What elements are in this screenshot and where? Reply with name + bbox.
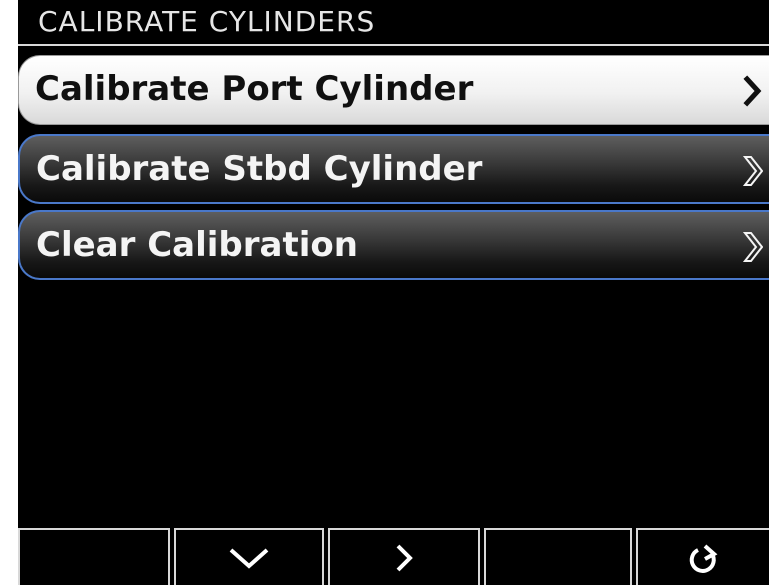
chevron-right-icon	[743, 75, 762, 107]
softkey-4[interactable]	[484, 528, 632, 585]
chevron-right-outline-icon	[743, 156, 763, 186]
menu-item-label: Calibrate Port Cylinder	[35, 69, 474, 109]
menu-item-label: Calibrate Stbd Cylinder	[36, 149, 483, 189]
softkey-bar	[18, 528, 769, 585]
menu-item-label: Clear Calibration	[36, 225, 358, 265]
softkey-1[interactable]	[18, 528, 170, 585]
back-arrow-icon	[689, 544, 717, 573]
softkey-right[interactable]	[328, 528, 480, 585]
menu-item-clear-calibration[interactable]: Clear Calibration	[18, 210, 769, 280]
page-title: CALIBRATE CYLINDERS	[38, 5, 376, 38]
chevron-down-icon	[229, 548, 269, 569]
softkey-down[interactable]	[174, 528, 324, 585]
softkey-back[interactable]	[636, 528, 769, 585]
menu-item-calibrate-stbd-cylinder[interactable]: Calibrate Stbd Cylinder	[18, 134, 769, 204]
menu-item-calibrate-port-cylinder[interactable]: Calibrate Port Cylinder	[18, 55, 769, 125]
chevron-right-icon	[396, 544, 413, 572]
title-bar: CALIBRATE CYLINDERS	[18, 0, 769, 46]
display-screen: CALIBRATE CYLINDERS Calibrate Port Cylin…	[18, 0, 769, 585]
chevron-right-outline-icon	[743, 232, 763, 262]
